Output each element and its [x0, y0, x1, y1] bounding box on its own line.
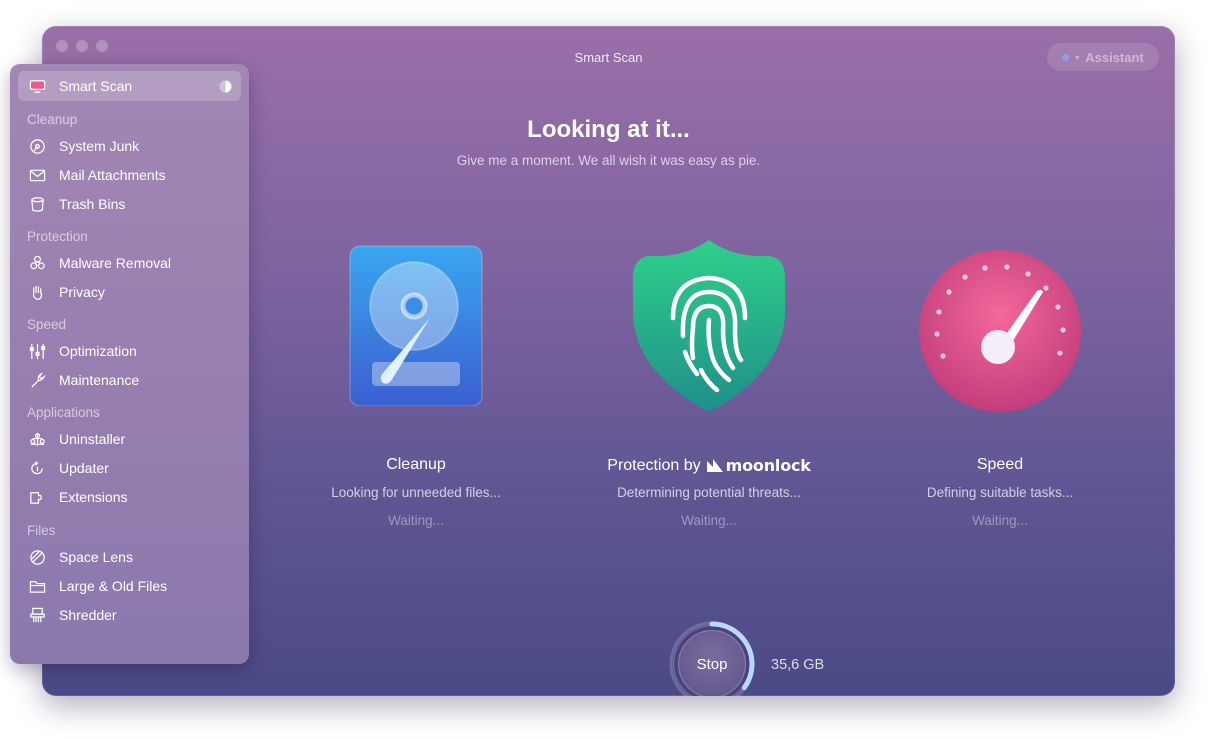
monitor-icon: [28, 77, 46, 95]
moonlock-logo: moonlock: [706, 456, 811, 475]
trash-icon: [28, 195, 46, 213]
lens-icon: [28, 548, 46, 566]
disk-icon: [28, 137, 46, 155]
sidebar-item-extensions[interactable]: Extensions: [10, 484, 249, 510]
sidebar-item-trash-bins[interactable]: Trash Bins: [10, 191, 249, 217]
stop-control: Stop: [668, 620, 756, 696]
cleanup-description: Looking for unneeded files...: [331, 485, 501, 500]
sidebar-section-protection: Protection: [27, 229, 88, 244]
sliders-icon: [28, 342, 46, 360]
biohazard-icon: [28, 254, 46, 272]
sidebar-section-applications: Applications: [27, 405, 100, 420]
sidebar-item-label: Updater: [59, 460, 109, 476]
sidebar-item-label: Shredder: [59, 607, 117, 623]
sidebar-item-shredder[interactable]: Shredder: [10, 602, 249, 628]
folder-icon: [28, 577, 46, 595]
fingerprint-shield-icon: [629, 236, 789, 421]
protection-description: Determining potential threats...: [617, 485, 801, 500]
sidebar-item-label: System Junk: [59, 138, 140, 154]
sidebar-section-files: Files: [27, 523, 56, 538]
sidebar-item-smart-scan[interactable]: Smart Scan: [18, 71, 241, 101]
sidebar-item-system-junk[interactable]: System Junk: [10, 133, 249, 159]
uninstaller-icon: [28, 430, 46, 448]
speed-status: Waiting...: [972, 513, 1028, 528]
sidebar-item-space-lens[interactable]: Space Lens: [10, 544, 249, 570]
speedometer-icon: [915, 246, 1085, 421]
sidebar-item-label: Trash Bins: [59, 196, 126, 212]
hand-icon: [28, 283, 46, 301]
sidebar-item-mail-attachments[interactable]: Mail Attachments: [10, 162, 249, 188]
speed-title: Speed: [976, 456, 1024, 473]
sidebar-item-label: Uninstaller: [59, 431, 126, 447]
assistant-button[interactable]: ▾ Assistant: [1047, 43, 1159, 71]
wrench-icon: [28, 371, 46, 389]
shredder-icon: [28, 606, 46, 624]
scanned-size: 35,6 GB: [771, 657, 825, 673]
sidebar-item-label: Privacy: [59, 284, 105, 300]
sidebar-item-privacy[interactable]: Privacy: [10, 279, 249, 305]
assistant-label: Assistant: [1085, 49, 1144, 65]
sidebar-item-label: Optimization: [59, 343, 137, 359]
sidebar-item-updater[interactable]: Updater: [10, 455, 249, 481]
sidebar-item-optimization[interactable]: Optimization: [10, 338, 249, 364]
assistant-dot-icon: [1062, 53, 1070, 61]
protection-title: Protection by moonlock: [607, 456, 811, 475]
updater-icon: [28, 459, 46, 477]
sidebar-item-maintenance[interactable]: Maintenance: [10, 367, 249, 393]
stop-button[interactable]: Stop: [678, 630, 746, 696]
sidebar-item-large-old-files[interactable]: Large & Old Files: [10, 573, 249, 599]
chevron-down-icon: ▾: [1075, 52, 1080, 62]
sidebar-item-label: Space Lens: [59, 549, 133, 565]
speed-description: Defining suitable tasks...: [926, 485, 1074, 500]
window-title: Smart Scan: [574, 50, 643, 65]
sidebar-item-label: Maintenance: [59, 372, 140, 388]
sidebar-section-speed: Speed: [27, 317, 67, 332]
sidebar-item-label: Malware Removal: [59, 255, 172, 271]
cleanup-title: Cleanup: [386, 456, 446, 473]
cleanup-status: Waiting...: [388, 513, 444, 528]
hard-drive-icon: [346, 236, 486, 411]
sidebar-item-label: Smart Scan: [59, 78, 133, 94]
protection-status: Waiting...: [681, 513, 737, 528]
sidebar-item-label: Large & Old Files: [59, 578, 168, 594]
sidebar: Smart Scan Cleanup System Junk Mail Atta…: [10, 64, 249, 664]
sidebar-item-label: Extensions: [59, 489, 128, 505]
extensions-icon: [28, 488, 46, 506]
sidebar-item-malware-removal[interactable]: Malware Removal: [10, 250, 249, 276]
progress-pie-icon: [219, 80, 232, 92]
sidebar-item-label: Mail Attachments: [59, 167, 166, 183]
envelope-icon: [28, 166, 46, 184]
sidebar-section-cleanup: Cleanup: [27, 112, 78, 127]
sidebar-item-uninstaller[interactable]: Uninstaller: [10, 426, 249, 452]
